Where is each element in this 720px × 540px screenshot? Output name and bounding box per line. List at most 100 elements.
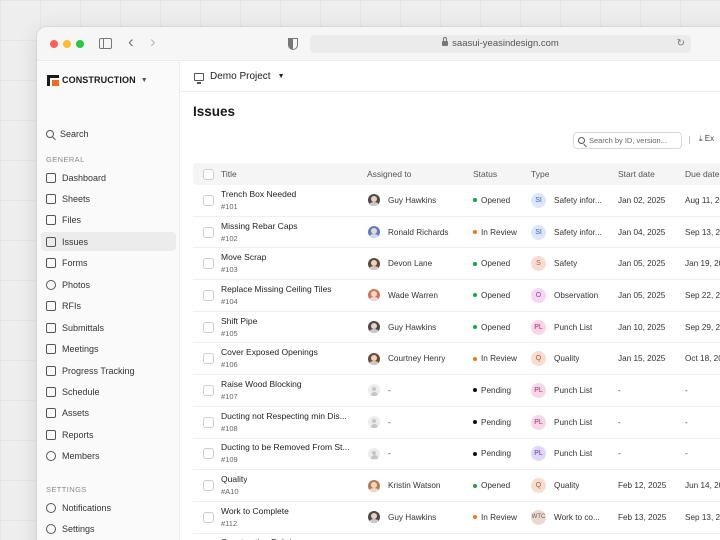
table-row[interactable]: Shift Pipe #105 Guy Hawkins Opened PL Punch L… xyxy=(193,312,720,344)
close-window-button[interactable] xyxy=(50,40,58,48)
sidebar-item-issues[interactable]: Issues xyxy=(41,232,176,252)
column-title[interactable]: Title xyxy=(221,163,237,185)
status-dot xyxy=(473,451,477,456)
sidebar-item-label: Dashboard xyxy=(62,172,107,183)
select-all-checkbox[interactable] xyxy=(203,163,214,185)
type-label: Safety xyxy=(554,259,578,269)
issue-title-cell[interactable]: Work to Complete #112 xyxy=(221,502,289,533)
sidebar-search[interactable]: Search xyxy=(41,124,176,143)
status-text: Opened xyxy=(481,290,511,300)
start-date-cell: Jan 15, 2025 xyxy=(618,343,665,374)
row-checkbox[interactable] xyxy=(203,185,214,216)
sidebar-item-submittals[interactable]: Submittals xyxy=(41,318,176,337)
column-due-date[interactable]: Due date xyxy=(685,163,720,185)
issue-title-cell[interactable]: Raise Wood Blocking #107 xyxy=(221,375,302,406)
column-assigned-to[interactable]: Assigned to xyxy=(367,163,411,185)
row-checkbox[interactable] xyxy=(203,439,214,470)
row-checkbox[interactable] xyxy=(203,280,214,311)
url-bar[interactable]: saasui-yeasindesign.com ↻ xyxy=(310,35,691,53)
sidebar-item-rfis[interactable]: RFIs xyxy=(41,297,176,316)
sidebar-item-assets[interactable]: Assets xyxy=(41,404,176,423)
sidebar-item-files[interactable]: Files xyxy=(41,211,176,230)
brand-switcher[interactable]: CONSTRUCTION ▼ xyxy=(47,73,148,87)
issues-search-input[interactable]: Search by ID, version... xyxy=(573,132,682,149)
issue-title-cell[interactable]: Ducting to be Removed From St... #109 xyxy=(221,439,350,470)
section-settings-label: SETTINGS xyxy=(46,485,87,494)
row-checkbox[interactable] xyxy=(203,375,214,406)
table-row[interactable]: Ducting to be Removed From St... #109 - Pen… xyxy=(193,439,720,471)
export-button[interactable]: ⤓ Ex xyxy=(699,134,714,144)
table-row[interactable]: Ducting not Respecting min Dis... #108 - Pe… xyxy=(193,407,720,439)
type-badge: SI xyxy=(531,224,546,240)
minimize-window-button[interactable] xyxy=(63,40,71,48)
start-date: Jan 02, 2025 xyxy=(618,195,666,205)
table-row[interactable]: Replace Missing Ceiling Tiles #104 Wade Wa… xyxy=(193,280,720,312)
column-start-date[interactable]: Start date xyxy=(618,163,655,185)
row-checkbox[interactable] xyxy=(203,502,214,533)
sidebar-item-dashboard[interactable]: Dashboard xyxy=(41,168,176,187)
sidebar-item-label: Assets xyxy=(62,408,90,419)
sidebar-item-forms[interactable]: Forms xyxy=(41,254,176,273)
sidebar-item-schedule[interactable]: Schedule xyxy=(41,383,176,402)
issue-title-cell[interactable]: Construction Debris#113 xyxy=(221,534,296,540)
issue-title-cell[interactable]: Quality #A10 xyxy=(221,470,247,501)
start-date: Jan 04, 2025 xyxy=(618,227,666,237)
back-arrow-icon[interactable]: ‹ xyxy=(128,33,134,50)
assignee-name: Wade Warren xyxy=(388,290,438,300)
checkbox xyxy=(203,226,214,238)
table-row[interactable]: Missing Rebar Caps #102 Ronald Richards In … xyxy=(193,217,720,249)
column-status[interactable]: Status xyxy=(473,163,497,185)
row-checkbox[interactable] xyxy=(203,217,214,248)
sidebar-item-meetings[interactable]: Meetings xyxy=(41,340,176,359)
row-checkbox[interactable] xyxy=(203,343,214,374)
table-row[interactable]: Raise Wood Blocking #107 - Pending PL Punch L… xyxy=(193,375,720,407)
forward-arrow-icon[interactable]: › xyxy=(150,33,156,50)
due-date: - xyxy=(685,417,688,427)
assignee-name: Courtney Henry xyxy=(388,354,446,364)
sidebar-item-reports[interactable]: Reports xyxy=(41,425,176,444)
assignee-name: - xyxy=(388,449,391,459)
type-cell: SSafety xyxy=(531,534,577,540)
row-checkbox[interactable] xyxy=(203,407,214,438)
project-switcher[interactable]: Demo Project ▼ xyxy=(194,71,285,84)
status-cell: Opened xyxy=(473,280,510,311)
checkbox xyxy=(203,194,214,206)
row-checkbox[interactable] xyxy=(203,534,214,540)
type-cell: PL Punch List xyxy=(531,312,592,343)
status-cell: Pending xyxy=(473,534,511,540)
due-date-cell: Sep 22, 2025 xyxy=(685,280,720,311)
issue-title-cell[interactable]: Ducting not Respecting min Dis... #108 xyxy=(221,407,347,438)
table-row[interactable]: Move Scrap #103 Devon Lane Opened S Safety Jan… xyxy=(193,248,720,281)
sidebar-item-sheets[interactable]: Sheets xyxy=(41,189,176,208)
reload-icon[interactable]: ↻ xyxy=(677,35,685,53)
sidebar-item-settings[interactable]: Settings xyxy=(41,519,176,538)
row-checkbox[interactable] xyxy=(203,248,214,279)
shield-icon[interactable] xyxy=(288,38,298,50)
row-checkbox[interactable] xyxy=(203,470,214,501)
sidebar-item-notifications[interactable]: Notifications xyxy=(41,498,176,517)
table-row[interactable]: Work to Complete #112 Guy Hawkins In Review… xyxy=(193,502,720,534)
sidebar-toggle-icon[interactable] xyxy=(99,38,112,49)
issue-title-cell[interactable]: Missing Rebar Caps #102 xyxy=(221,217,298,248)
table-row[interactable]: Quality #A10 Kristin Watson Opened Q Quality F… xyxy=(193,470,720,502)
sidebar-item-progress-tracking[interactable]: Progress Tracking xyxy=(41,361,176,380)
issue-title-cell[interactable]: Replace Missing Ceiling Tiles #104 xyxy=(221,280,332,311)
issue-title-cell[interactable]: Shift Pipe #105 xyxy=(221,312,257,343)
table-row[interactable]: Trench Box Needed #101 Guy Hawkins Opened SI… xyxy=(193,185,720,217)
type-label: Quality xyxy=(554,354,580,364)
project-name: Demo Project xyxy=(210,71,271,82)
issue-title-cell[interactable]: Move Scrap #103 xyxy=(221,248,266,279)
sidebar-item-photos[interactable]: Photos xyxy=(41,275,176,294)
table-row[interactable]: Construction Debris#113 - Pending SSafety - S… xyxy=(193,534,720,540)
sidebar-item-members[interactable]: Members xyxy=(41,447,176,466)
issue-title-cell[interactable]: Cover Exposed Openings #106 xyxy=(221,343,318,374)
issue-title-cell[interactable]: Trench Box Needed #101 xyxy=(221,185,296,216)
start-date-cell: - xyxy=(618,534,621,540)
row-checkbox[interactable] xyxy=(203,312,214,343)
maximize-window-button[interactable] xyxy=(76,40,84,48)
table-row[interactable]: Cover Exposed Openings #106 Courtney Henry… xyxy=(193,343,720,376)
status-dot xyxy=(473,198,477,203)
checkbox xyxy=(203,353,214,365)
column-type[interactable]: Type xyxy=(531,163,549,185)
type-cell: PL Punch List xyxy=(531,407,592,438)
